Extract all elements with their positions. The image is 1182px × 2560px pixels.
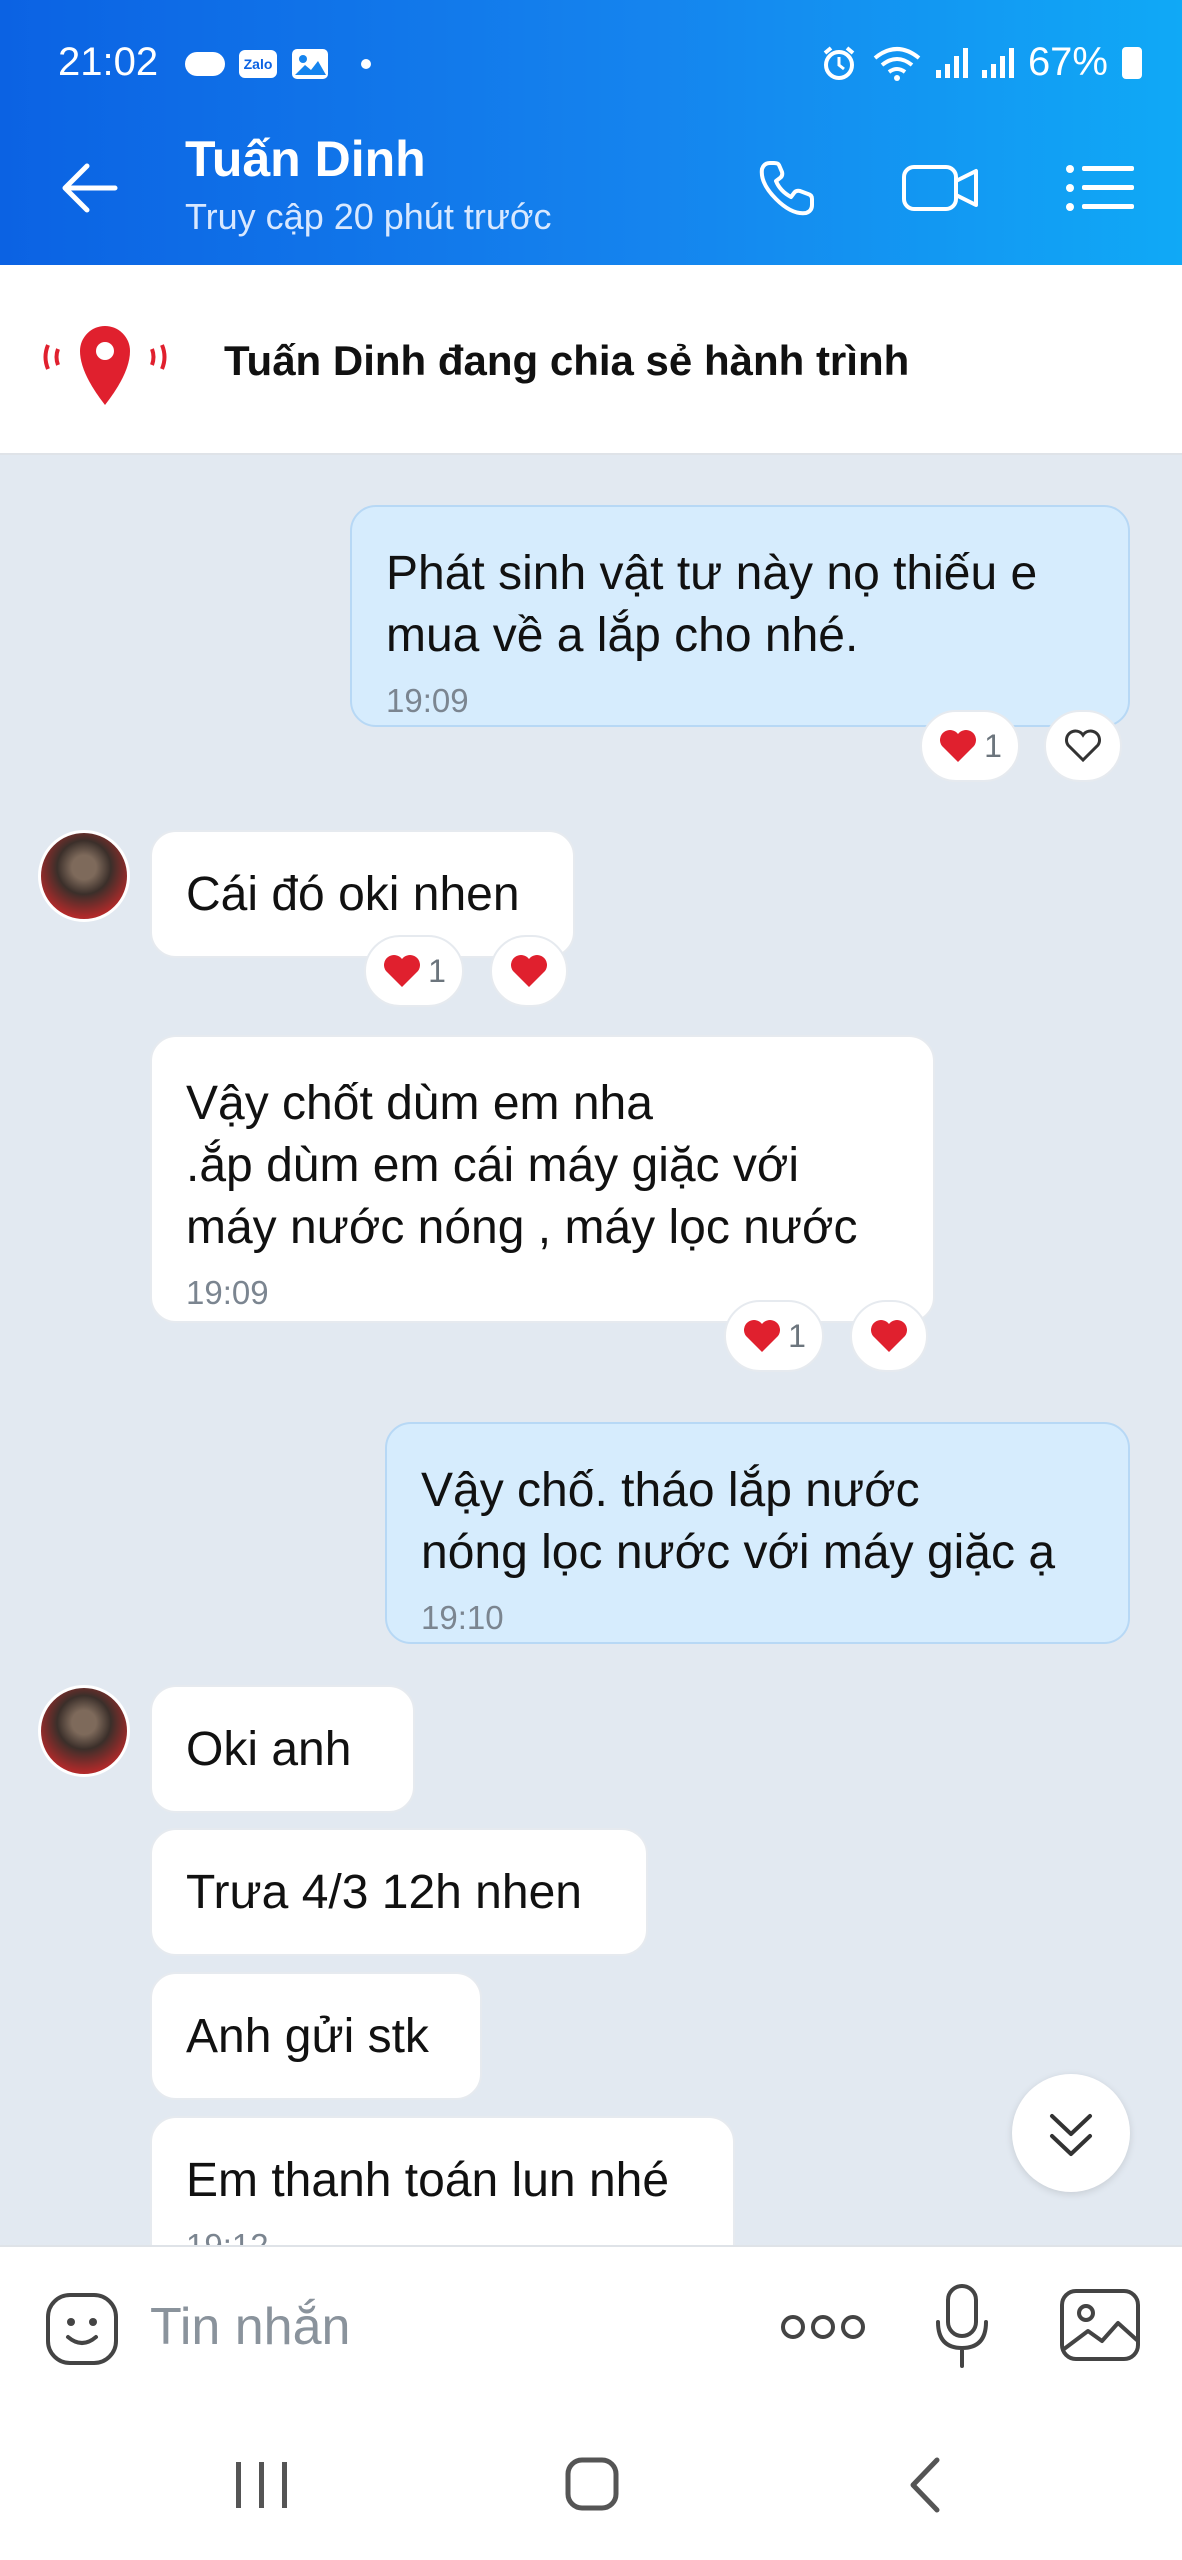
message-text: Anh gửi stk xyxy=(186,2010,429,2063)
more-options-icon[interactable] xyxy=(778,2305,868,2349)
message-bubble-outgoing[interactable]: Phát sinh vật tư này nọ thiếu e mua về a… xyxy=(350,505,1130,727)
menu-icon[interactable] xyxy=(1060,153,1140,223)
message-text: .ắp dùm em cái máy giặc với xyxy=(186,1139,800,1192)
microphone-icon[interactable] xyxy=(930,2282,994,2372)
message-text: nóng lọc nước với máy giặc ạ xyxy=(421,1526,1056,1579)
avatar[interactable] xyxy=(38,1685,130,1777)
message-bubble-incoming[interactable]: Oki anh xyxy=(150,1685,415,1813)
emoji-icon[interactable] xyxy=(42,2289,122,2369)
wifi-icon xyxy=(873,46,921,81)
message-line: Vậy chố. tháo lắp nước xyxy=(421,1460,1094,1522)
video-call-icon[interactable] xyxy=(900,153,980,223)
message-input-bar xyxy=(0,2245,1182,2400)
double-chevron-down-icon xyxy=(1050,2114,1092,2156)
alarm-icon xyxy=(823,45,855,80)
battery-percent: 67% xyxy=(1027,40,1108,84)
signal-icon xyxy=(981,47,1014,78)
zalo-icon: Zalo xyxy=(239,50,277,78)
heart-icon xyxy=(511,955,547,987)
message-bubble-outgoing[interactable]: Vậy chố. tháo lắp nước nóng lọc nước với… xyxy=(385,1422,1130,1644)
status-time: 21:02 xyxy=(58,40,159,84)
image-icon[interactable] xyxy=(1058,2287,1142,2363)
back-icon[interactable] xyxy=(885,2450,965,2520)
heart-icon xyxy=(871,1320,907,1352)
message-text: Em thanh toán lun nhé xyxy=(186,2154,670,2207)
location-pin-broadcast-icon xyxy=(43,326,167,405)
share-banner-text: Tuấn Dinh đang chia sẻ hành trình xyxy=(224,337,910,384)
message-bubble-incoming[interactable]: Vậy chốt dùm em nha .ắp dùm em cái máy g… xyxy=(150,1035,935,1323)
reaction-count-badge[interactable]: 1 xyxy=(364,935,464,1007)
message-text: máy nước nóng , máy lọc nước xyxy=(186,1201,858,1254)
message-text: Oki anh xyxy=(186,1723,352,1776)
message-bubble-incoming[interactable]: Anh gửi stk xyxy=(150,1972,482,2100)
reaction-count-badge[interactable]: 1 xyxy=(724,1300,824,1372)
contact-last-seen: Truy cập 20 phút trước xyxy=(185,196,552,237)
status-icons-right: 67% xyxy=(820,40,1142,85)
top-bar: 21:02 Zalo 67% Tuấn Dinh Truy cập 20 phú… xyxy=(0,0,1182,265)
heart-outline-icon xyxy=(1065,729,1101,763)
home-icon[interactable] xyxy=(552,2450,632,2520)
contact-name[interactable]: Tuấn Dinh xyxy=(185,130,426,188)
reaction-count: 1 xyxy=(428,952,446,989)
heart-icon xyxy=(940,730,977,762)
message-bubble-incoming[interactable]: Em thanh toán lun nhé 19:12 xyxy=(150,2116,735,2245)
dot-icon xyxy=(361,59,371,69)
reaction-button-heart[interactable] xyxy=(490,935,568,1007)
message-text: Cái đó oki nhen xyxy=(186,868,520,921)
cloud-icon xyxy=(185,52,225,76)
reaction-button-heart[interactable] xyxy=(850,1300,928,1372)
message-text: Vậy chố. xyxy=(421,1464,608,1517)
message-bubble-incoming[interactable]: Trưa 4/3 12h nhen xyxy=(150,1828,648,1956)
reaction-count-badge[interactable]: 1 xyxy=(920,710,1020,782)
signal-icon xyxy=(935,47,968,78)
message-text: Phát sinh vật tư này nọ thiếu e xyxy=(386,547,1038,600)
avatar[interactable] xyxy=(38,830,130,922)
chat-header: Tuấn Dinh Truy cập 20 phút trước xyxy=(0,108,1182,265)
scroll-to-bottom-button[interactable] xyxy=(1012,2074,1130,2192)
battery-icon xyxy=(1122,46,1142,79)
reaction-count: 1 xyxy=(788,1317,806,1354)
message-input[interactable] xyxy=(150,2282,750,2372)
message-text: Trưa 4/3 12h nhen xyxy=(186,1866,582,1919)
reaction-count: 1 xyxy=(984,727,1002,764)
recent-apps-icon[interactable] xyxy=(222,2450,302,2520)
phone-icon[interactable] xyxy=(750,153,830,223)
message-text: mua về a lắp cho nhé. xyxy=(386,609,859,662)
gallery-icon xyxy=(292,49,328,79)
message-text: Vậy chốt dùm em nha xyxy=(186,1077,653,1130)
message-text: tháo lắp nước xyxy=(621,1464,920,1517)
heart-icon xyxy=(384,955,421,987)
message-time: 19:12 xyxy=(186,2226,699,2245)
add-reaction-button[interactable] xyxy=(1044,710,1122,782)
heart-icon xyxy=(744,1320,781,1352)
message-list[interactable]: Phát sinh vật tư này nọ thiếu e mua về a… xyxy=(0,455,1182,2245)
status-icons-left: Zalo xyxy=(185,48,371,80)
journey-share-banner[interactable]: Tuấn Dinh đang chia sẻ hành trình xyxy=(0,265,1182,455)
system-nav-bar xyxy=(0,2400,1182,2560)
back-arrow-icon[interactable] xyxy=(55,153,125,223)
message-time: 19:10 xyxy=(421,1599,504,1636)
status-bar: 21:02 Zalo 67% xyxy=(0,0,1182,108)
